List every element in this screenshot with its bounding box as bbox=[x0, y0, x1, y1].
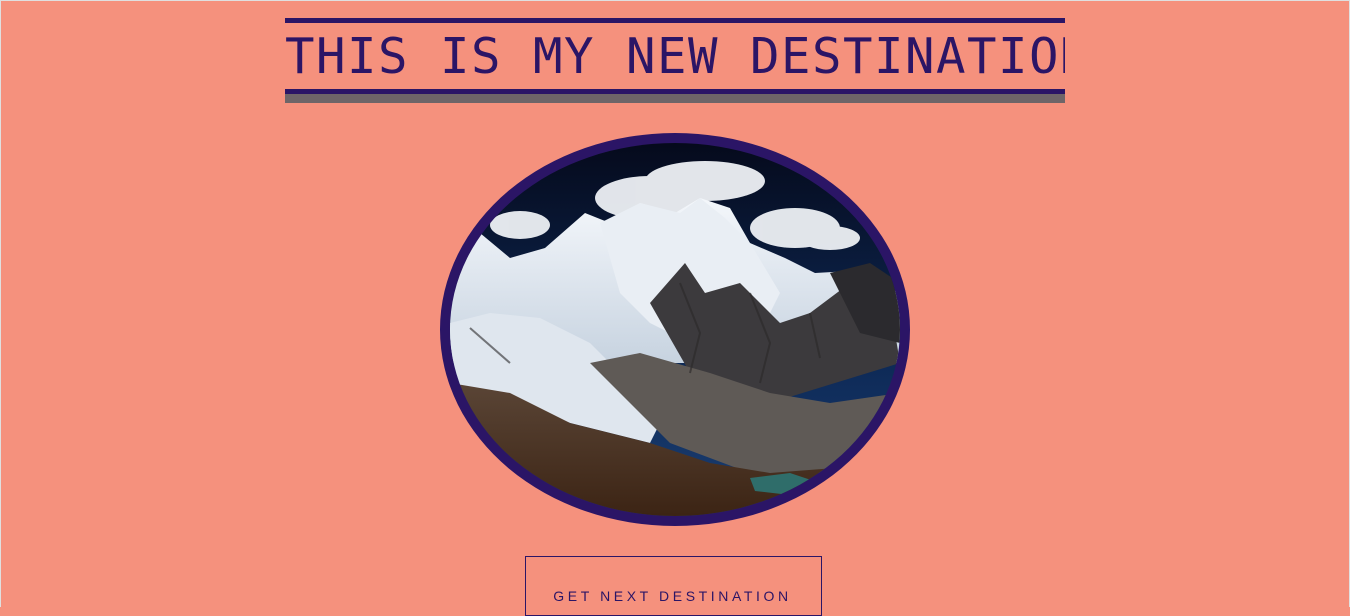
page-title: THIS IS MY NEW DESTINATION bbox=[285, 23, 1065, 89]
page-header: THIS IS MY NEW DESTINATION bbox=[285, 18, 1065, 103]
destination-image-frame bbox=[440, 133, 910, 526]
header-gray-bar bbox=[285, 94, 1065, 103]
page-title-text: THIS IS MY NEW DESTINATION bbox=[285, 28, 1065, 85]
get-next-destination-button[interactable]: GET NEXT DESTINATION bbox=[525, 556, 822, 616]
mountain-landscape-illustration bbox=[450, 143, 900, 516]
destination-image bbox=[450, 143, 900, 516]
